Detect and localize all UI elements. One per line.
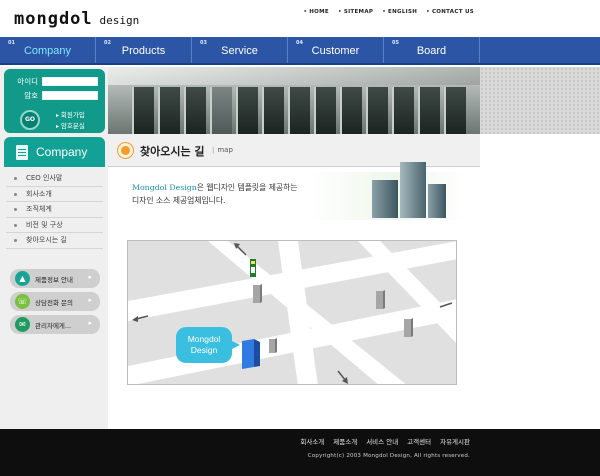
location-map[interactable]: Mongdol Design <box>127 240 457 385</box>
circle-bullet-icon <box>118 143 133 158</box>
banner-image <box>108 67 480 134</box>
id-row: 아이디 <box>10 76 98 87</box>
nav-item-customer[interactable]: 04 Customer <box>288 37 384 63</box>
password-label: 암호 <box>24 91 38 100</box>
page-title: 찾아오시는 길 <box>140 145 205 158</box>
decorative-pattern <box>480 67 600 134</box>
marker-label-2: Design <box>190 345 218 355</box>
company-name: Mongdol Design <box>132 183 197 192</box>
map-roads <box>128 241 456 384</box>
marker-label-1: Mongdol <box>187 334 221 344</box>
nav-label: Customer <box>311 45 360 57</box>
location-marker: Mongdol Design <box>176 327 240 363</box>
footer-link-board[interactable]: 자유게시판 <box>440 436 470 446</box>
phone-icon: ☏ <box>15 294 30 309</box>
nav-label: Company <box>23 45 72 57</box>
submenu-item-vision[interactable]: 비전 및 구상 <box>6 218 103 233</box>
product-info-button[interactable]: ▲ 제품정보 안내 ▸ <box>10 269 100 288</box>
footer-link-support[interactable]: 고객센터 <box>407 436 431 446</box>
password-input[interactable] <box>42 91 98 100</box>
intro-line-2: 디자인 소스 제공업체입니다. <box>132 196 226 205</box>
logo-brand: mongdol <box>14 9 93 29</box>
submenu-item-ceo[interactable]: CEO 인사말 <box>6 171 103 187</box>
nav-item-company[interactable]: 01 Company <box>0 37 96 63</box>
intro-panel: Mongdol Design은 웹디자인 템플릿을 제공하는 디자인 소스 제공… <box>124 162 464 220</box>
mail-icon: ✉ <box>15 317 30 332</box>
submenu-item-directions[interactable]: 찾아오시는 길 <box>6 233 103 249</box>
sub-menu: CEO 인사말 회사소개 조직체계 비전 및 구상 찾아오시는 길 <box>6 171 103 249</box>
submenu-item-about[interactable]: 회사소개 <box>6 187 103 202</box>
quick-label: 관리자에게... <box>35 322 72 330</box>
section-title: Company <box>36 145 88 159</box>
building-illustration <box>400 162 426 218</box>
copyright-text: Copyright(c) 2003 Mongdol Design, All ri… <box>307 453 470 459</box>
intro-line-1-text: 은 웹디자인 템플릿을 제공하는 <box>196 183 298 192</box>
main-nav: 01 Company 02 Products 03 Service 04 Cus… <box>0 37 600 65</box>
login-box: 아이디 암호 GO 회원가입 암호분실 <box>4 69 105 133</box>
password-row: 암호 <box>10 90 98 101</box>
logo-design: design <box>99 14 140 27</box>
nav-label: Products <box>121 45 166 57</box>
util-link-contact[interactable]: CONTACT US <box>426 9 474 15</box>
right-margin <box>480 134 600 429</box>
logo[interactable]: mongdol design <box>14 9 139 29</box>
util-link-home[interactable]: HOME <box>303 9 329 15</box>
left-sidebar: 아이디 암호 GO 회원가입 암호분실 Company CEO 인사말 회사소개… <box>0 67 108 429</box>
arrow-right-icon: ▸ <box>88 273 92 281</box>
intro-line-1: Mongdol Design은 웹디자인 템플릿을 제공하는 <box>132 182 297 193</box>
arrow-right-icon: ▸ <box>88 319 92 327</box>
building-illustration <box>372 180 398 218</box>
util-link-sitemap[interactable]: SITEMAP <box>338 9 373 15</box>
site-footer: 회사소개 제품소개 서비스 안내 고객센터 자유게시판 Copyright(c)… <box>0 429 600 476</box>
contact-admin-button[interactable]: ✉ 관리자에게... ▸ <box>10 315 100 334</box>
nav-item-service[interactable]: 03 Service <box>192 37 288 63</box>
triangle-icon: ▲ <box>15 271 30 286</box>
phone-consult-button[interactable]: ☏ 상담전화 문의 ▸ <box>10 292 100 311</box>
submenu-item-organization[interactable]: 조직체계 <box>6 202 103 218</box>
footer-link-products[interactable]: 제품소개 <box>333 436 357 446</box>
login-go-button[interactable]: GO <box>20 110 40 130</box>
document-icon <box>16 145 28 160</box>
arrow-right-icon: ▸ <box>88 296 92 304</box>
footer-link-about[interactable]: 회사소개 <box>300 436 324 446</box>
quick-label: 제품정보 안내 <box>35 276 73 284</box>
nav-label: Board <box>416 45 447 57</box>
nav-item-board[interactable]: 05 Board <box>384 37 480 63</box>
nav-item-products[interactable]: 02 Products <box>96 37 192 63</box>
building-illustration <box>428 184 446 218</box>
util-link-english[interactable]: ENGLISH <box>382 9 417 15</box>
id-label: 아이디 <box>17 77 38 86</box>
section-header: Company <box>4 137 105 167</box>
footer-link-service[interactable]: 서비스 안내 <box>366 436 398 446</box>
find-password-link[interactable]: 암호분실 <box>56 120 85 130</box>
join-link[interactable]: 회원가입 <box>56 109 85 119</box>
page-subtitle: map <box>212 146 233 154</box>
nav-label: Service <box>221 45 258 57</box>
utility-links: HOME SITEMAP ENGLISH CONTACT US <box>303 9 474 15</box>
site-header: mongdol design HOME SITEMAP ENGLISH CONT… <box>0 0 600 37</box>
quick-label: 상담전화 문의 <box>35 299 73 307</box>
id-input[interactable] <box>42 77 98 86</box>
footer-links: 회사소개 제품소개 서비스 안내 고객센터 자유게시판 <box>300 436 470 446</box>
